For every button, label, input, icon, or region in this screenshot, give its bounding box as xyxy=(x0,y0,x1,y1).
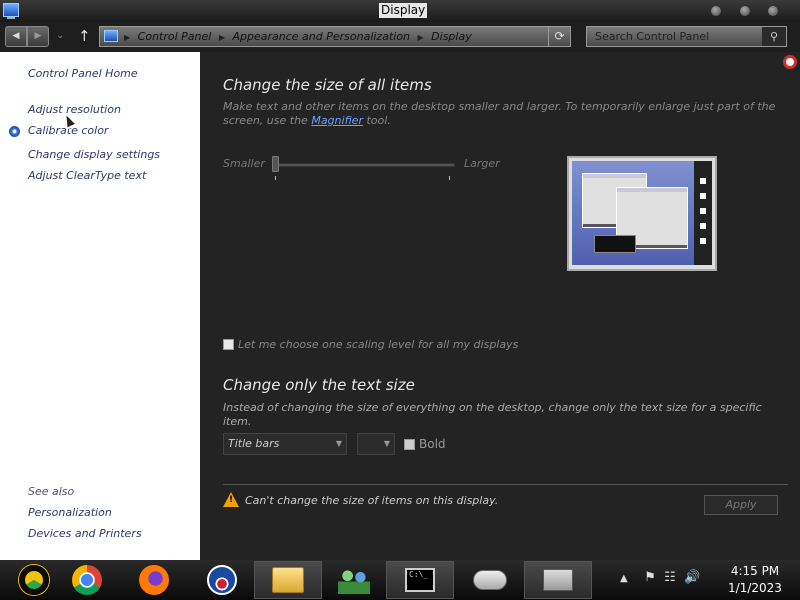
search-box: ⚲ xyxy=(586,26,787,47)
breadcrumb-display[interactable]: Display xyxy=(431,30,472,43)
section-title-text-size: Change only the text size xyxy=(223,376,415,394)
apply-button[interactable]: Apply xyxy=(704,495,778,515)
search-input[interactable] xyxy=(587,27,763,46)
forward-button[interactable]: ▶ xyxy=(27,26,49,47)
window-title: Display xyxy=(379,3,428,18)
bold-checkbox[interactable] xyxy=(404,439,415,450)
system-tray: ▲ ⚑ ☷ 🔊 xyxy=(620,570,700,585)
sidebar: Control Panel Home Adjust resolution Cal… xyxy=(0,52,200,560)
close-button[interactable] xyxy=(768,6,778,16)
description-text: Make text and other items on the desktop… xyxy=(223,100,776,127)
font-size-select[interactable]: ▼ xyxy=(357,433,395,455)
breadcrumb: ▶ Control Panel ▶ Appearance and Persona… xyxy=(124,27,476,47)
network-icon[interactable]: ☷ xyxy=(664,570,676,585)
clock-time: 4:15 PM xyxy=(730,564,780,578)
volume-icon[interactable]: 🔊 xyxy=(684,570,700,585)
chevron-down-icon: ▼ xyxy=(383,439,390,448)
slider-tick xyxy=(275,176,276,180)
text-size-description: Instead of changing the size of everythi… xyxy=(223,401,762,428)
magnifier-link[interactable]: Magnifier xyxy=(311,114,363,127)
search-icon[interactable]: ⚲ xyxy=(762,27,786,46)
back-button[interactable]: ◀ xyxy=(5,26,27,47)
warning-message: Can't change the size of items on this d… xyxy=(245,494,499,507)
firefox-icon[interactable] xyxy=(120,561,188,599)
calibrate-color-icon xyxy=(9,126,20,137)
flag-icon[interactable]: ⚑ xyxy=(644,570,656,585)
bold-label: Bold xyxy=(419,437,446,451)
scaling-checkbox-label: Let me choose one scaling level for all … xyxy=(238,338,519,351)
preview-desktop xyxy=(572,161,695,265)
chevron-right-icon[interactable]: ▶ xyxy=(418,33,424,42)
address-bar[interactable]: ▶ Control Panel ▶ Appearance and Persona… xyxy=(99,26,571,47)
preview-taskbar xyxy=(594,235,636,253)
sidebar-item-home[interactable]: Control Panel Home xyxy=(28,67,138,80)
clock[interactable]: 4:15 PM 1/1/2023 xyxy=(720,563,790,597)
command-prompt-icon[interactable]: C:\_ xyxy=(386,561,454,599)
sidebar-item-devices-printers[interactable]: Devices and Printers xyxy=(28,527,142,540)
maximize-button[interactable] xyxy=(740,6,750,16)
chrome-icon[interactable] xyxy=(53,561,121,599)
see-also-heading: See also xyxy=(28,485,75,498)
preview-side-bar xyxy=(694,161,712,265)
sidebar-item-cleartype[interactable]: Adjust ClearType text xyxy=(28,169,146,182)
item-select-value: Title bars xyxy=(228,437,280,450)
scaling-checkbox-row[interactable]: Let me choose one scaling level for all … xyxy=(223,338,518,351)
obama-icon[interactable] xyxy=(188,561,256,599)
minimize-button[interactable] xyxy=(711,6,721,16)
recent-pages-dropdown[interactable]: ⌄ xyxy=(56,30,64,41)
up-button[interactable]: ↑ xyxy=(78,27,91,45)
display-preview-image xyxy=(567,156,717,271)
item-select[interactable]: Title bars ▼ xyxy=(223,433,347,455)
section-description: Make text and other items on the desktop… xyxy=(223,100,783,128)
size-slider-track[interactable] xyxy=(275,163,455,167)
control-panel-icon[interactable] xyxy=(524,561,592,599)
show-hidden-icons-icon[interactable]: ▲ xyxy=(620,573,628,584)
bold-checkbox-row[interactable]: Bold xyxy=(404,437,446,451)
slider-min-label: Smaller xyxy=(223,157,265,170)
main-panel: Change the size of all items Make text a… xyxy=(200,52,800,560)
warning-icon: ! xyxy=(223,492,239,507)
refresh-button[interactable]: ⟳ xyxy=(548,27,570,46)
control-panel-icon xyxy=(104,30,118,42)
chevron-right-icon[interactable]: ▶ xyxy=(219,33,225,42)
chevron-right-icon[interactable]: ▶ xyxy=(124,33,130,42)
help-icon[interactable] xyxy=(783,55,797,69)
section-title-size-all-items: Change the size of all items xyxy=(223,76,432,94)
breadcrumb-control-panel[interactable]: Control Panel xyxy=(138,30,212,43)
display-app-icon xyxy=(3,3,19,19)
scaling-checkbox[interactable] xyxy=(223,339,234,350)
title-bar: Display xyxy=(0,0,800,22)
navigation-bar: ◀ ▶ ⌄ ↑ ▶ Control Panel ▶ Appearance and… xyxy=(0,22,800,52)
sidebar-item-adjust-resolution[interactable]: Adjust resolution xyxy=(28,103,121,116)
slider-tick xyxy=(449,176,450,180)
description-text-end: tool. xyxy=(362,114,391,127)
divider xyxy=(223,484,788,485)
sidebar-item-personalization[interactable]: Personalization xyxy=(28,506,112,519)
slider-max-label: Larger xyxy=(464,157,500,170)
network-people-icon[interactable] xyxy=(320,561,388,599)
breadcrumb-appearance[interactable]: Appearance and Personalization xyxy=(232,30,410,43)
size-slider-thumb[interactable] xyxy=(272,156,279,172)
sidebar-item-display-settings[interactable]: Change display settings xyxy=(28,148,160,161)
chevron-down-icon: ▼ xyxy=(335,439,342,448)
gamepad-icon[interactable] xyxy=(456,561,524,599)
file-explorer-icon[interactable] xyxy=(254,561,322,599)
clock-date: 1/1/2023 xyxy=(728,581,782,595)
